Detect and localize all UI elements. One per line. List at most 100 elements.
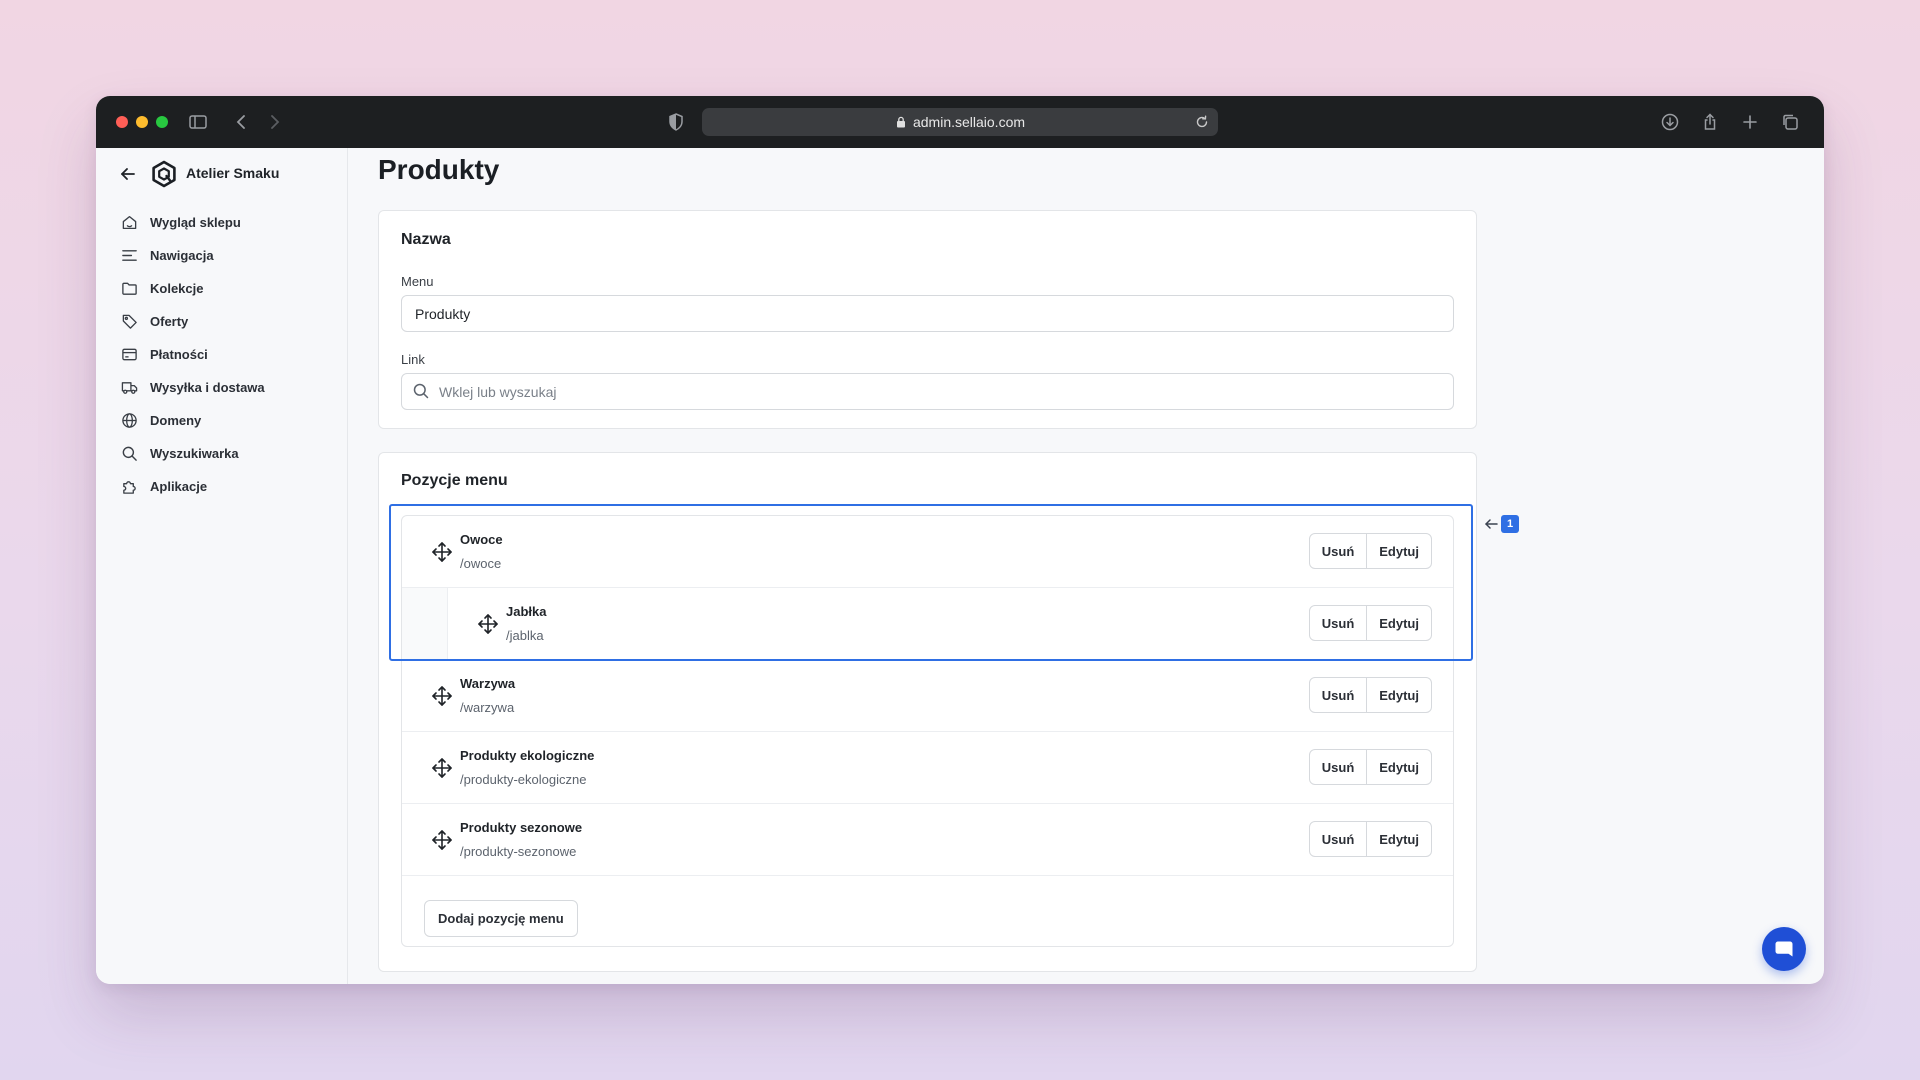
privacy-shield-icon[interactable] bbox=[664, 110, 688, 134]
remove-button[interactable]: Usuń bbox=[1310, 678, 1366, 712]
sidebar-item-navigation[interactable]: Nawigacja bbox=[120, 239, 340, 272]
puzzle-icon bbox=[120, 478, 138, 496]
menu-items-card-title: Pozycje menu bbox=[401, 472, 508, 489]
menu-item-path: /owoce bbox=[460, 556, 502, 571]
back-arrow-icon[interactable] bbox=[118, 164, 138, 184]
sidebar-item-payments[interactable]: Płatności bbox=[120, 338, 340, 371]
search-icon bbox=[413, 383, 429, 399]
sidebar-item-label: Wyszukiwarka bbox=[150, 446, 239, 461]
search-icon bbox=[120, 445, 138, 463]
remove-button[interactable]: Usuń bbox=[1310, 750, 1366, 784]
sidebar-item-search[interactable]: Wyszukiwarka bbox=[120, 437, 340, 470]
sidebar-item-label: Nawigacja bbox=[150, 248, 214, 263]
menu-item-name: Jabłka bbox=[506, 604, 547, 619]
lock-icon bbox=[896, 116, 905, 128]
link-field-label: Link bbox=[401, 352, 425, 367]
sidebar-toggle-icon[interactable] bbox=[186, 110, 210, 134]
menu-lines-icon bbox=[120, 247, 138, 265]
menu-field-label: Menu bbox=[401, 274, 434, 289]
store-logo-icon bbox=[152, 160, 176, 188]
download-icon[interactable] bbox=[1658, 110, 1682, 134]
edit-button[interactable]: Edytuj bbox=[1366, 822, 1431, 856]
sidebar-item-shipping[interactable]: Wysyłka i dostawa bbox=[120, 371, 340, 404]
edit-button[interactable]: Edytuj bbox=[1366, 678, 1431, 712]
edit-button[interactable]: Edytuj bbox=[1366, 606, 1431, 640]
url-text: admin.sellaio.com bbox=[912, 114, 1026, 130]
link-search-input[interactable] bbox=[401, 373, 1454, 410]
menu-item-path: /warzywa bbox=[460, 700, 515, 715]
menu-item-actions: Usuń Edytuj bbox=[1308, 821, 1432, 857]
sidebar-item-collections[interactable]: Kolekcje bbox=[120, 272, 340, 305]
sidebar-item-label: Domeny bbox=[150, 413, 202, 428]
tag-icon bbox=[120, 313, 138, 331]
minimize-window-button[interactable] bbox=[136, 116, 148, 128]
drag-handle-icon[interactable] bbox=[430, 540, 454, 564]
annotation-badge: 1 bbox=[1501, 515, 1519, 533]
drag-handle-icon[interactable] bbox=[430, 756, 454, 780]
menu-item-row[interactable]: Owoce /owoce Usuń Edytuj bbox=[402, 516, 1453, 588]
menu-item-path: /produkty-sezonowe bbox=[460, 844, 577, 859]
sidebar-item-domains[interactable]: Domeny bbox=[120, 404, 340, 437]
menu-item-actions: Usuń Edytuj bbox=[1308, 533, 1432, 569]
nesting-indent bbox=[402, 588, 448, 659]
edit-button[interactable]: Edytuj bbox=[1366, 534, 1431, 568]
sidebar-item-label: Wysyłka i dostawa bbox=[150, 380, 265, 395]
sidebar: Atelier Smaku Wygląd sklepu Nawigacja Ko… bbox=[96, 148, 348, 984]
remove-button[interactable]: Usuń bbox=[1310, 822, 1366, 856]
drag-handle-icon[interactable] bbox=[430, 828, 454, 852]
sidebar-item-apps[interactable]: Aplikacje bbox=[120, 470, 340, 503]
menu-item-name: Produkty sezonowe bbox=[460, 820, 583, 835]
new-tab-icon[interactable] bbox=[1738, 110, 1762, 134]
sidebar-item-appearance[interactable]: Wygląd sklepu bbox=[120, 206, 340, 239]
menu-item-name: Owoce bbox=[460, 532, 503, 547]
back-arrow-icon[interactable] bbox=[230, 110, 254, 134]
share-icon[interactable] bbox=[1698, 110, 1722, 134]
add-menu-item-button[interactable]: Dodaj pozycję menu bbox=[424, 900, 578, 937]
menu-item-row[interactable]: Warzywa /warzywa Usuń Edytuj bbox=[402, 660, 1453, 732]
tab-overview-icon[interactable] bbox=[1778, 110, 1802, 134]
menu-name-input[interactable] bbox=[401, 295, 1454, 332]
page-title: Produkty bbox=[378, 154, 500, 185]
reload-icon[interactable] bbox=[1194, 114, 1210, 130]
globe-icon bbox=[120, 412, 138, 430]
sidebar-nav: Wygląd sklepu Nawigacja Kolekcje Oferty … bbox=[120, 206, 340, 503]
chat-support-button[interactable] bbox=[1762, 927, 1806, 971]
link-input-wrapper bbox=[379, 373, 1476, 410]
address-bar[interactable]: admin.sellaio.com bbox=[702, 108, 1218, 136]
edit-button[interactable]: Edytuj bbox=[1366, 750, 1431, 784]
name-card-title: Nazwa bbox=[401, 231, 451, 248]
chat-bubble-icon bbox=[1775, 941, 1793, 957]
menu-item-name: Produkty ekologiczne bbox=[460, 748, 595, 763]
folder-icon bbox=[120, 280, 138, 298]
main-content: Produkty Nazwa Menu Link Pozycje menu Ow… bbox=[348, 148, 1824, 984]
name-card: Nazwa Menu Link bbox=[378, 210, 1477, 429]
sidebar-item-label: Wygląd sklepu bbox=[150, 215, 241, 230]
remove-button[interactable]: Usuń bbox=[1310, 534, 1366, 568]
menu-items-card: Pozycje menu Owoce /owoce Usuń Edytuj Ja… bbox=[378, 452, 1477, 972]
annotation-marker: 1 bbox=[1483, 515, 1519, 533]
menu-items-list: Owoce /owoce Usuń Edytuj Jabłka /jablka … bbox=[401, 515, 1454, 947]
store-name: Atelier Smaku bbox=[186, 165, 280, 181]
credit-card-icon bbox=[120, 346, 138, 364]
menu-item-row[interactable]: Produkty sezonowe /produkty-sezonowe Usu… bbox=[402, 804, 1453, 876]
menu-item-row-nested[interactable]: Jabłka /jablka Usuń Edytuj bbox=[402, 588, 1453, 660]
drag-handle-icon[interactable] bbox=[430, 684, 454, 708]
menu-item-actions: Usuń Edytuj bbox=[1308, 677, 1432, 713]
maximize-window-button[interactable] bbox=[156, 116, 168, 128]
home-icon bbox=[120, 214, 138, 232]
truck-icon bbox=[120, 379, 138, 397]
menu-item-row[interactable]: Produkty ekologiczne /produkty-ekologicz… bbox=[402, 732, 1453, 804]
sidebar-item-label: Aplikacje bbox=[150, 479, 208, 494]
left-arrow-icon bbox=[1485, 519, 1498, 529]
menu-item-actions: Usuń Edytuj bbox=[1308, 749, 1432, 785]
sidebar-item-label: Płatności bbox=[150, 347, 208, 362]
forward-arrow-icon[interactable] bbox=[262, 110, 286, 134]
menu-item-path: /jablka bbox=[506, 628, 544, 643]
drag-handle-icon[interactable] bbox=[476, 612, 500, 636]
remove-button[interactable]: Usuń bbox=[1310, 606, 1366, 640]
sidebar-item-label: Oferty bbox=[150, 314, 189, 329]
sidebar-item-offers[interactable]: Oferty bbox=[120, 305, 340, 338]
browser-window: admin.sellaio.com Atelier Smaku Wygląd s… bbox=[96, 96, 1824, 984]
close-window-button[interactable] bbox=[116, 116, 128, 128]
menu-item-actions: Usuń Edytuj bbox=[1308, 605, 1432, 641]
